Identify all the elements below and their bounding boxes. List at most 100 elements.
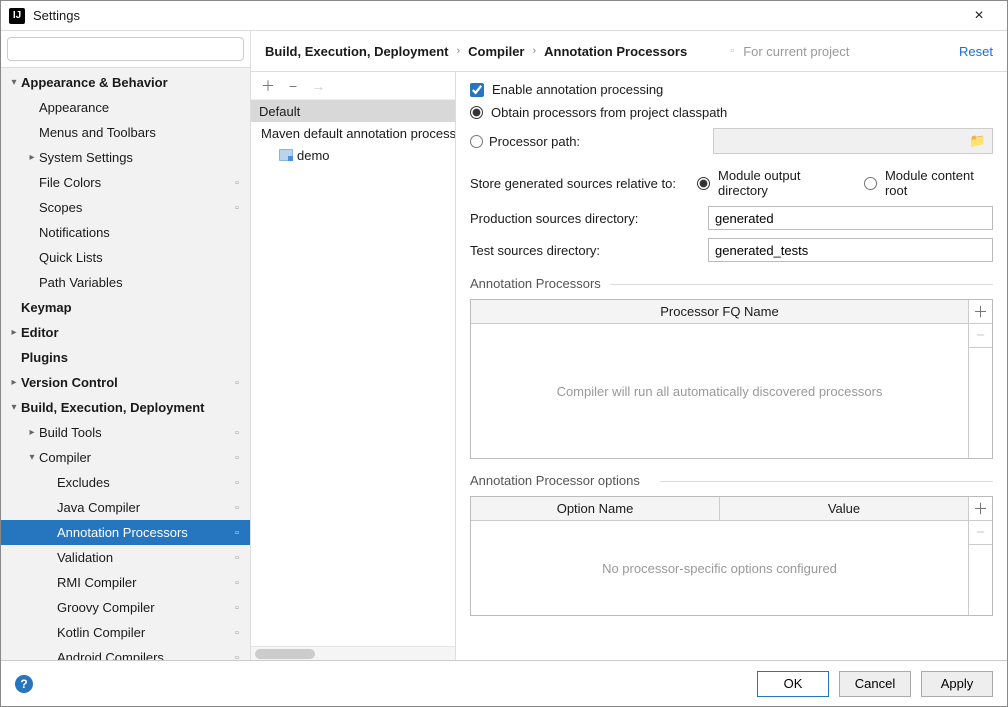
sidebar-item-label: Android Compilers bbox=[57, 650, 230, 660]
sidebar-item-appearance[interactable]: ·Appearance bbox=[1, 95, 250, 120]
chevron-down-icon[interactable]: ▾ bbox=[7, 402, 21, 413]
crumb-2: Annotation Processors bbox=[544, 44, 687, 59]
processors-header: Processor FQ Name bbox=[471, 300, 968, 323]
test-dir-label: Test sources directory: bbox=[470, 243, 700, 258]
sidebar-item-file-colors[interactable]: ·File Colors▫ bbox=[1, 170, 250, 195]
sidebar-item-quick-lists[interactable]: ·Quick Lists bbox=[1, 245, 250, 270]
sidebar-item-label: Version Control bbox=[21, 375, 230, 390]
profiles-list[interactable]: Default Maven default annotation process… bbox=[251, 100, 455, 660]
sidebar-item-editor[interactable]: ▸Editor bbox=[1, 320, 250, 345]
app-icon: IJ bbox=[9, 8, 25, 24]
sidebar-item-appearance-behavior[interactable]: ▾Appearance & Behavior bbox=[1, 70, 250, 95]
chevron-right-icon[interactable]: ▸ bbox=[25, 152, 39, 163]
sidebar-item-build-tools[interactable]: ▸Build Tools▫ bbox=[1, 420, 250, 445]
sidebar-item-label: Scopes bbox=[39, 200, 230, 215]
chevron-right-icon[interactable]: ▸ bbox=[7, 327, 21, 338]
scrollbar-thumb[interactable] bbox=[255, 649, 315, 659]
profile-module-demo[interactable]: demo bbox=[251, 144, 455, 166]
module-content-label[interactable]: Module content root bbox=[885, 168, 993, 198]
crumb-1[interactable]: Compiler bbox=[468, 44, 524, 59]
sidebar-item-compiler[interactable]: ▾Compiler▫ bbox=[1, 445, 250, 470]
sidebar-item-android-compilers[interactable]: ·Android Compilers▫ bbox=[1, 645, 250, 660]
profile-label: Maven default annotation processors prof… bbox=[261, 126, 455, 141]
sidebar-item-rmi-compiler[interactable]: ·RMI Compiler▫ bbox=[1, 570, 250, 595]
search-input[interactable] bbox=[7, 37, 244, 61]
crumb-0[interactable]: Build, Execution, Deployment bbox=[265, 44, 448, 59]
sidebar-item-build-execution-deployment[interactable]: ▾Build, Execution, Deployment bbox=[1, 395, 250, 420]
module-icon bbox=[279, 149, 293, 161]
obtain-classpath-radio[interactable] bbox=[470, 106, 483, 119]
browse-icon[interactable]: 📁 bbox=[970, 133, 986, 149]
breadcrumb: Build, Execution, Deployment › Compiler … bbox=[251, 31, 1007, 71]
ok-button[interactable]: OK bbox=[757, 671, 829, 697]
profiles-scrollbar[interactable] bbox=[251, 646, 455, 660]
sidebar-item-path-variables[interactable]: ·Path Variables bbox=[1, 270, 250, 295]
sidebar-item-groovy-compiler[interactable]: ·Groovy Compiler▫ bbox=[1, 595, 250, 620]
sidebar-item-label: Menus and Toolbars bbox=[39, 125, 244, 140]
sidebar-item-keymap[interactable]: ·Keymap bbox=[1, 295, 250, 320]
sidebar-item-label: Appearance & Behavior bbox=[21, 75, 244, 90]
sidebar-item-annotation-processors[interactable]: ·Annotation Processors▫ bbox=[1, 520, 250, 545]
sidebar-item-label: Keymap bbox=[21, 300, 244, 315]
sidebar-item-label: Build, Execution, Deployment bbox=[21, 400, 244, 415]
sidebar-item-label: Path Variables bbox=[39, 275, 244, 290]
test-dir-input[interactable] bbox=[708, 238, 993, 262]
obtain-classpath-label[interactable]: Obtain processors from project classpath bbox=[491, 105, 727, 120]
sidebar-item-validation[interactable]: ·Validation▫ bbox=[1, 545, 250, 570]
add-processor-button[interactable]: ＋ bbox=[969, 300, 992, 324]
sidebar-item-label: Kotlin Compiler bbox=[57, 625, 230, 640]
sidebar-item-label: Validation bbox=[57, 550, 230, 565]
sidebar-item-excludes[interactable]: ·Excludes▫ bbox=[1, 470, 250, 495]
sidebar-item-scopes[interactable]: ·Scopes▫ bbox=[1, 195, 250, 220]
sidebar-item-plugins[interactable]: ·Plugins bbox=[1, 345, 250, 370]
sidebar-item-kotlin-compiler[interactable]: ·Kotlin Compiler▫ bbox=[1, 620, 250, 645]
project-scope-icon: ▫ bbox=[230, 552, 244, 564]
for-current-project-label: For current project bbox=[743, 44, 849, 59]
help-button[interactable]: ? bbox=[15, 675, 33, 693]
store-relative-label: Store generated sources relative to: bbox=[470, 176, 689, 191]
sidebar-item-menus-and-toolbars[interactable]: ·Menus and Toolbars bbox=[1, 120, 250, 145]
processor-path-field: 📁 bbox=[713, 128, 993, 154]
enable-annotation-label[interactable]: Enable annotation processing bbox=[492, 82, 663, 97]
processors-table: Processor FQ Name Compiler will run all … bbox=[470, 299, 993, 459]
reset-link[interactable]: Reset bbox=[959, 44, 993, 59]
cancel-button[interactable]: Cancel bbox=[839, 671, 911, 697]
profile-label: Default bbox=[259, 104, 300, 119]
project-scope-icon: ▫ bbox=[230, 377, 244, 389]
profile-maven[interactable]: Maven default annotation processors prof… bbox=[251, 122, 455, 144]
settings-tree[interactable]: ▾Appearance & Behavior·Appearance·Menus … bbox=[1, 68, 250, 660]
sidebar-item-label: Build Tools bbox=[39, 425, 230, 440]
close-icon[interactable]: × bbox=[959, 7, 999, 25]
sidebar-item-system-settings[interactable]: ▸System Settings bbox=[1, 145, 250, 170]
options-table: Option Name Value No processor-specific … bbox=[470, 496, 993, 616]
prod-dir-input[interactable] bbox=[708, 206, 993, 230]
project-icon: ▫ bbox=[725, 45, 739, 57]
sidebar-item-java-compiler[interactable]: ·Java Compiler▫ bbox=[1, 495, 250, 520]
apply-button[interactable]: Apply bbox=[921, 671, 993, 697]
module-content-radio[interactable] bbox=[864, 177, 877, 190]
module-output-radio[interactable] bbox=[697, 177, 710, 190]
sidebar-item-notifications[interactable]: ·Notifications bbox=[1, 220, 250, 245]
chevron-right-icon[interactable]: ▸ bbox=[7, 377, 21, 388]
profile-default[interactable]: Default bbox=[251, 100, 455, 122]
chevron-down-icon[interactable]: ▾ bbox=[7, 77, 21, 88]
chevron-down-icon[interactable]: ▾ bbox=[25, 452, 39, 463]
add-option-button[interactable]: ＋ bbox=[969, 497, 992, 521]
sidebar-item-version-control[interactable]: ▸Version Control▫ bbox=[1, 370, 250, 395]
enable-annotation-checkbox[interactable] bbox=[470, 83, 484, 97]
project-scope-icon: ▫ bbox=[230, 627, 244, 639]
remove-profile-icon[interactable]: − bbox=[289, 78, 297, 94]
processor-path-radio[interactable] bbox=[470, 135, 483, 148]
chevron-right-icon[interactable]: ▸ bbox=[25, 427, 39, 438]
profiles-toolbar: ＋ − → bbox=[251, 72, 455, 100]
detail-panel: Enable annotation processing Obtain proc… bbox=[456, 72, 1007, 660]
module-output-label[interactable]: Module output directory bbox=[718, 168, 846, 198]
titlebar: IJ Settings × bbox=[1, 1, 1007, 31]
processors-empty-text: Compiler will run all automatically disc… bbox=[471, 324, 968, 458]
sidebar: 🔍 ▾Appearance & Behavior·Appearance·Menu… bbox=[1, 31, 251, 660]
remove-option-button: − bbox=[969, 521, 992, 545]
add-profile-icon[interactable]: ＋ bbox=[261, 76, 275, 96]
option-name-header: Option Name bbox=[471, 497, 720, 520]
processor-path-label[interactable]: Processor path: bbox=[489, 134, 589, 149]
window-title: Settings bbox=[33, 8, 959, 23]
